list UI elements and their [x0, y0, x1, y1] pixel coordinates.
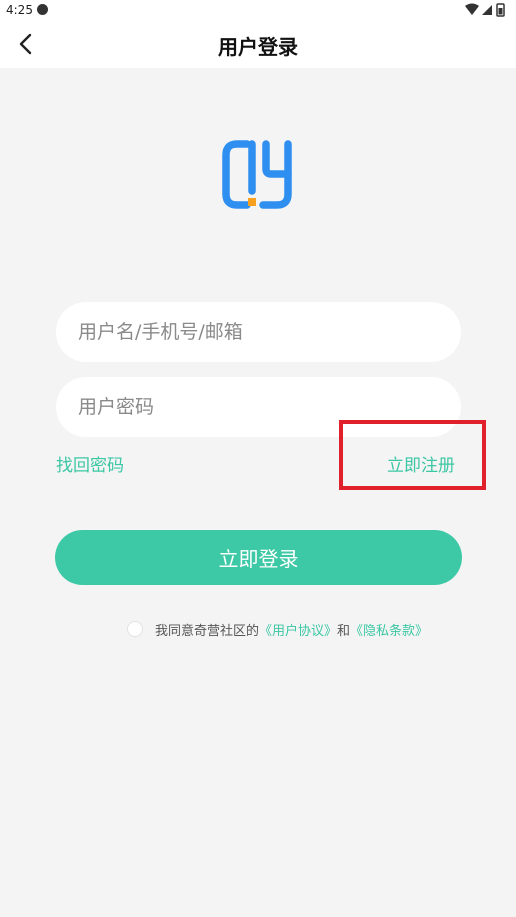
app-logo — [222, 140, 292, 209]
user-agreement-link[interactable]: 《用户协议》 — [259, 620, 337, 639]
agreement-checkbox[interactable] — [127, 621, 143, 637]
signal-icon — [482, 5, 492, 15]
highlight-box — [339, 420, 486, 490]
privacy-policy-link[interactable]: 《隐私条款》 — [350, 620, 428, 639]
status-bar: 4:25 — [0, 0, 516, 20]
page-title: 用户登录 — [218, 35, 298, 59]
username-input[interactable] — [56, 302, 461, 362]
agreement-prefix: 我同意奇营社区的 — [155, 623, 260, 639]
agreement-conjunction: 和 — [337, 623, 351, 639]
wifi-icon — [465, 3, 479, 15]
notification-icon — [37, 4, 48, 15]
status-time: 4:25 — [6, 3, 33, 17]
agreement-row: 我同意奇营社区的 《用户协议》 和 《隐私条款》 — [127, 619, 428, 639]
nav-bar: 用户登录 — [0, 20, 516, 68]
login-button[interactable]: 立即登录 — [55, 530, 462, 585]
status-icons — [465, 3, 505, 17]
forgot-password-link[interactable]: 找回密码 — [56, 451, 124, 476]
